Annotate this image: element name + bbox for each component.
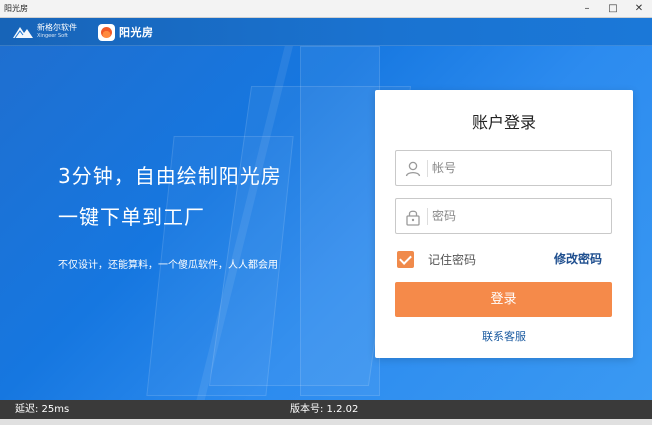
- remember-label: 记住密码: [428, 253, 477, 267]
- company-logo-icon: [12, 23, 34, 41]
- decor-glass-panel: [300, 46, 380, 396]
- company-name: 新格尔软件: [37, 23, 77, 32]
- app-header: 新格尔软件 Xingeer Soft 阳光房: [0, 18, 652, 46]
- hero-headline-1: 3分钟，自由绘制阳光房: [58, 164, 282, 188]
- product-name: 阳光房: [119, 26, 154, 39]
- close-button[interactable]: ✕: [626, 0, 652, 18]
- field-divider: [427, 160, 428, 177]
- window-titlebar: 阳光房: [0, 0, 652, 18]
- window-title: 阳光房: [4, 4, 28, 13]
- password-input[interactable]: [432, 199, 607, 233]
- product-badge-icon: [98, 23, 115, 41]
- window-bottom-edge: [0, 419, 652, 425]
- hero-background: 3分钟，自由绘制阳光房 一键下单到工厂 不仅设计，还能算料，一个傻瓜软件，人人都…: [0, 46, 652, 400]
- login-card: 账户登录 记住密码: [375, 90, 633, 358]
- lock-icon: [404, 208, 422, 226]
- contact-service-link[interactable]: 联系客服: [375, 328, 633, 344]
- field-divider: [427, 208, 428, 225]
- password-field[interactable]: [395, 198, 612, 234]
- user-icon: [404, 160, 422, 178]
- username-field[interactable]: [395, 150, 612, 186]
- login-title: 账户登录: [471, 113, 536, 132]
- minimize-button[interactable]: –: [574, 0, 600, 18]
- hero-tagline: 不仅设计，还能算料，一个傻瓜软件，人人都会用: [58, 260, 278, 271]
- company-logo: 新格尔软件 Xingeer Soft: [12, 22, 77, 42]
- product-logo: 阳光房: [98, 22, 154, 42]
- hero-headline-2: 一键下单到工厂: [58, 205, 205, 229]
- change-password-link[interactable]: 修改密码: [554, 250, 602, 267]
- maximize-button[interactable]: □: [600, 0, 626, 18]
- status-bar: 延迟: 25ms 版本号: 1.2.02: [0, 400, 652, 419]
- company-subname: Xingeer Soft: [37, 33, 68, 39]
- remember-password[interactable]: 记住密码: [397, 251, 476, 268]
- version-text: 版本号: 1.2.02: [290, 404, 359, 415]
- login-button[interactable]: 登录: [395, 282, 612, 317]
- latency-text: 延迟: 25ms: [15, 404, 70, 415]
- remember-checkbox[interactable]: [397, 251, 414, 268]
- username-input[interactable]: [432, 151, 607, 185]
